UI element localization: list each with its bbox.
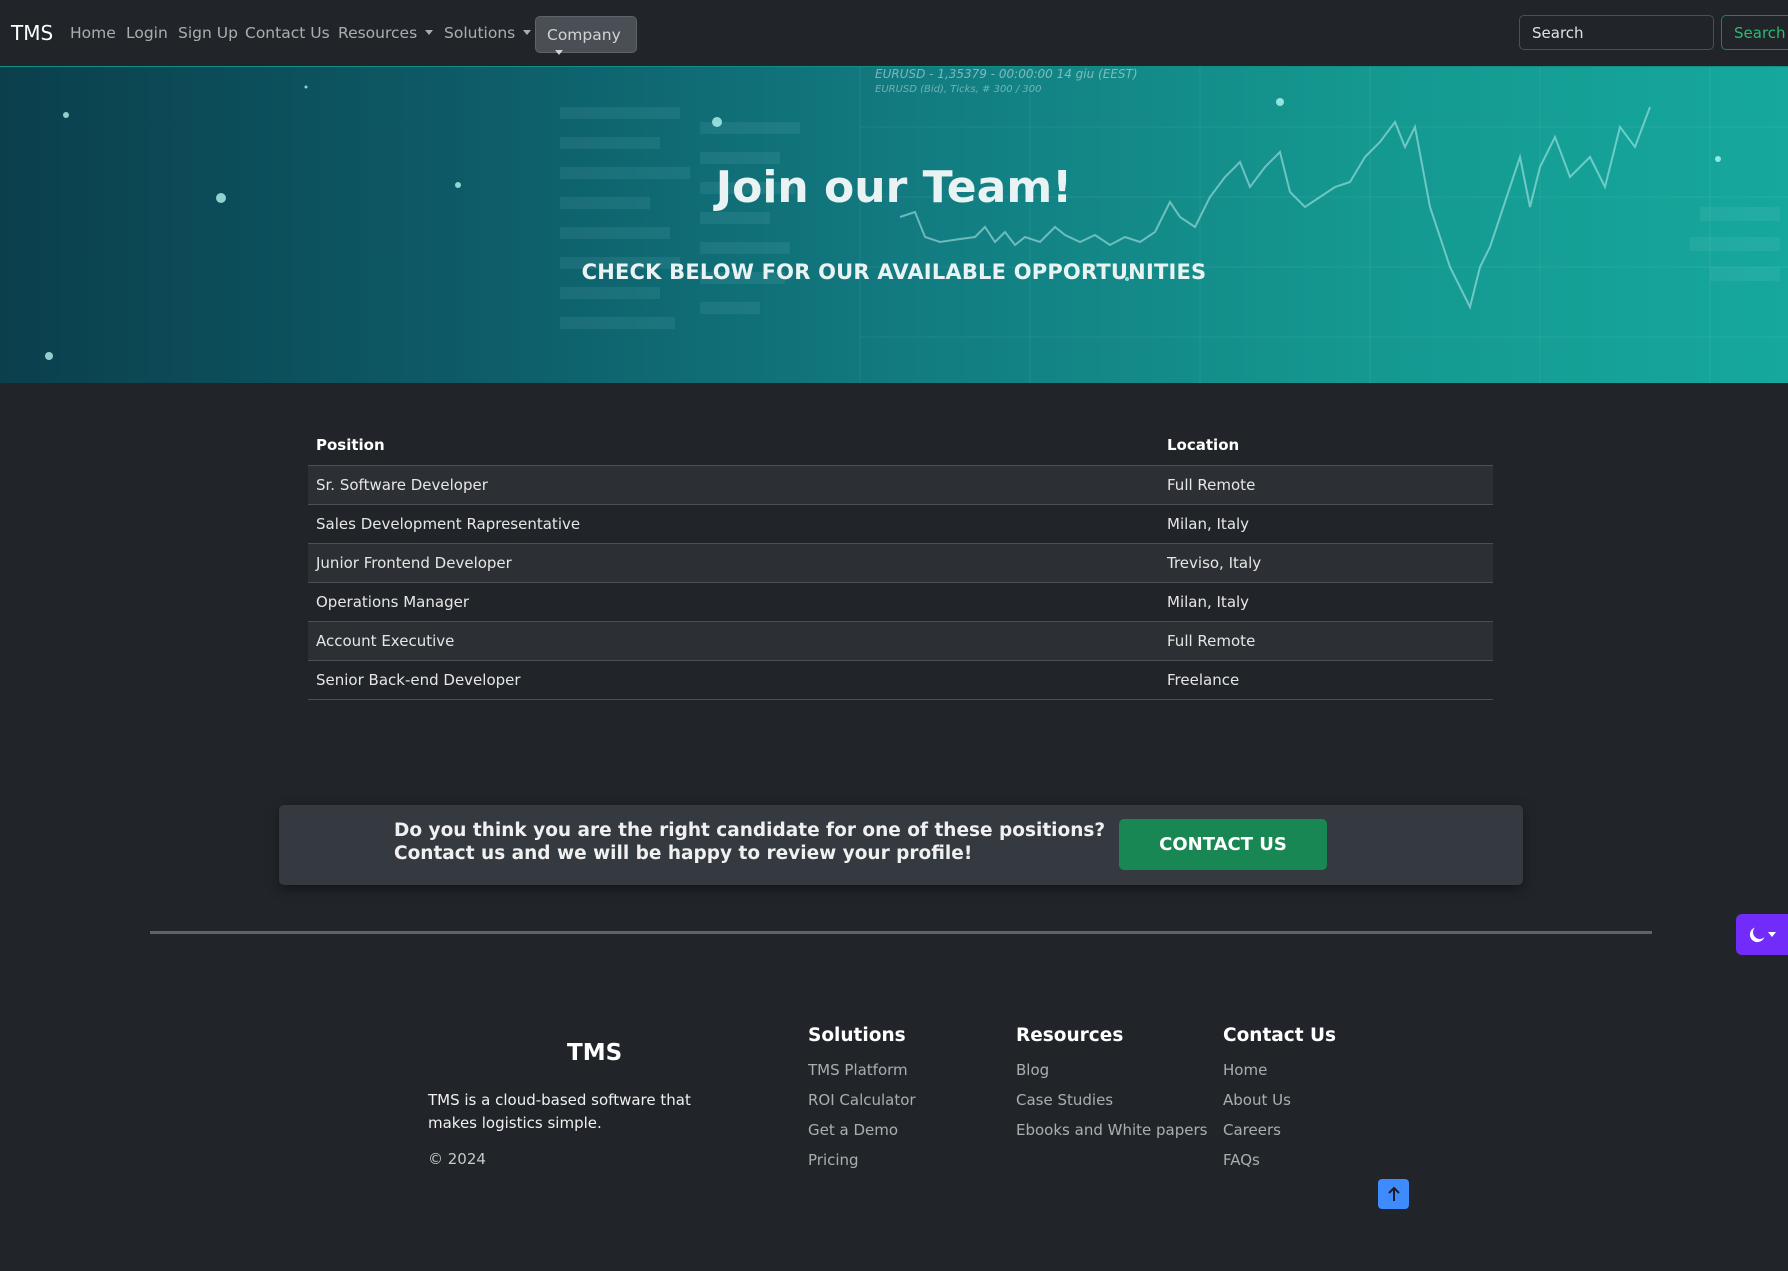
footer-link-careers[interactable]: Careers bbox=[1223, 1115, 1336, 1145]
position-cell: Senior Back-end Developer bbox=[308, 660, 1159, 700]
table-row: Sr. Software Developer Full Remote bbox=[308, 465, 1493, 505]
nav-dropdown-company[interactable]: Company bbox=[535, 16, 637, 55]
hero-banner: EURUSD - 1,35379 - 00:00:00 14 giu (EEST… bbox=[0, 67, 1788, 383]
hero-title: Join our Team! bbox=[715, 162, 1073, 213]
candidate-cta-box: Do you think you are the right candidate… bbox=[279, 805, 1523, 885]
position-cell: Sales Development Rapresentative bbox=[308, 504, 1159, 544]
positions-table: Position Location Sr. Software Developer… bbox=[308, 425, 1493, 700]
nav-dropdown-solutions-label: Solutions bbox=[444, 24, 516, 42]
location-cell: Freelance bbox=[1159, 660, 1493, 700]
footer-description: TMS is a cloud-based software that makes… bbox=[428, 1091, 691, 1132]
chevron-down-icon bbox=[1767, 932, 1776, 937]
hero-subtitle: CHECK BELOW FOR OUR AVAILABLE OPPORTUNIT… bbox=[581, 260, 1207, 284]
footer-column-contact-us: Contact Us Home About Us Careers FAQs bbox=[1223, 1025, 1336, 1175]
chevron-down-icon bbox=[425, 30, 434, 35]
location-cell: Full Remote bbox=[1159, 465, 1493, 505]
footer-link-home[interactable]: Home bbox=[1223, 1055, 1336, 1085]
back-to-top-button[interactable] bbox=[1378, 1179, 1409, 1209]
column-header-position: Position bbox=[308, 425, 1159, 466]
chart-caption: EURUSD - 1,35379 - 00:00:00 14 giu (EEST… bbox=[875, 67, 1138, 81]
cta-line-2: Contact us and we will be happy to revie… bbox=[394, 843, 973, 864]
footer-column-solutions: Solutions TMS Platform ROI Calculator Ge… bbox=[808, 1025, 916, 1175]
search-input[interactable] bbox=[1519, 15, 1714, 50]
chevron-down-icon bbox=[523, 30, 532, 35]
footer-copyright: © 2024 bbox=[428, 1150, 486, 1168]
table-row: Operations Manager Milan, Italy bbox=[308, 582, 1493, 622]
footer-link-pricing[interactable]: Pricing bbox=[808, 1145, 916, 1175]
moon-icon bbox=[1749, 927, 1764, 942]
navbar: TMS Home Login Sign Up Contact Us Resour… bbox=[0, 0, 1788, 67]
contact-us-button[interactable]: CONTACT US bbox=[1119, 819, 1327, 870]
arrow-up-icon bbox=[1387, 1186, 1400, 1201]
chart-caption-secondary: EURUSD (Bid), Ticks, # 300 / 300 bbox=[875, 84, 1042, 95]
nav-link-sign-up[interactable]: Sign Up bbox=[178, 24, 238, 42]
position-cell: Account Executive bbox=[308, 621, 1159, 661]
nav-link-contact-us[interactable]: Contact Us bbox=[245, 24, 330, 42]
footer-link-ebooks[interactable]: Ebooks and White papers bbox=[1016, 1115, 1207, 1145]
footer-link-get-a-demo[interactable]: Get a Demo bbox=[808, 1115, 916, 1145]
footer-brand: TMS bbox=[567, 1040, 623, 1066]
table-header-row: Position Location bbox=[308, 425, 1493, 466]
nav-dropdown-resources[interactable]: Resources bbox=[338, 24, 434, 42]
location-cell: Milan, Italy bbox=[1159, 504, 1493, 544]
location-cell: Milan, Italy bbox=[1159, 582, 1493, 622]
table-row: Account Executive Full Remote bbox=[308, 621, 1493, 661]
theme-toggle-button[interactable] bbox=[1736, 914, 1788, 955]
chevron-down-icon bbox=[555, 50, 563, 55]
column-header-location: Location bbox=[1159, 425, 1493, 466]
nav-link-login[interactable]: Login bbox=[126, 24, 168, 42]
footer-column-resources: Resources Blog Case Studies Ebooks and W… bbox=[1016, 1025, 1207, 1145]
position-cell: Operations Manager bbox=[308, 582, 1159, 622]
footer-column-title: Resources bbox=[1016, 1025, 1124, 1046]
position-cell: Sr. Software Developer bbox=[308, 465, 1159, 505]
position-cell: Junior Frontend Developer bbox=[308, 543, 1159, 583]
footer-link-roi-calculator[interactable]: ROI Calculator bbox=[808, 1085, 916, 1115]
footer-link-blog[interactable]: Blog bbox=[1016, 1055, 1207, 1085]
footer-column-title: Solutions bbox=[808, 1025, 906, 1046]
cta-text: Do you think you are the right candidate… bbox=[394, 819, 1105, 865]
search-button[interactable]: Search bbox=[1721, 15, 1788, 50]
location-cell: Full Remote bbox=[1159, 621, 1493, 661]
footer-link-faqs[interactable]: FAQs bbox=[1223, 1145, 1336, 1175]
table-row: Junior Frontend Developer Treviso, Italy bbox=[308, 543, 1493, 583]
nav-link-home[interactable]: Home bbox=[70, 24, 116, 42]
hero-background-chart bbox=[45, 67, 1788, 383]
table-row: Sales Development Rapresentative Milan, … bbox=[308, 504, 1493, 544]
footer-column-title: Contact Us bbox=[1223, 1025, 1337, 1046]
nav-dropdown-solutions[interactable]: Solutions bbox=[444, 24, 532, 42]
footer-link-tms-platform[interactable]: TMS Platform bbox=[808, 1055, 916, 1085]
table-row: Senior Back-end Developer Freelance bbox=[308, 660, 1493, 700]
footer-divider bbox=[150, 931, 1652, 934]
nav-dropdown-resources-label: Resources bbox=[338, 24, 418, 42]
footer-link-case-studies[interactable]: Case Studies bbox=[1016, 1085, 1207, 1115]
footer-link-about-us[interactable]: About Us bbox=[1223, 1085, 1336, 1115]
cta-line-1: Do you think you are the right candidate… bbox=[394, 820, 1106, 841]
location-cell: Treviso, Italy bbox=[1159, 543, 1493, 583]
nav-dropdown-company-label: Company bbox=[547, 26, 621, 44]
navbar-brand[interactable]: TMS bbox=[11, 21, 53, 45]
